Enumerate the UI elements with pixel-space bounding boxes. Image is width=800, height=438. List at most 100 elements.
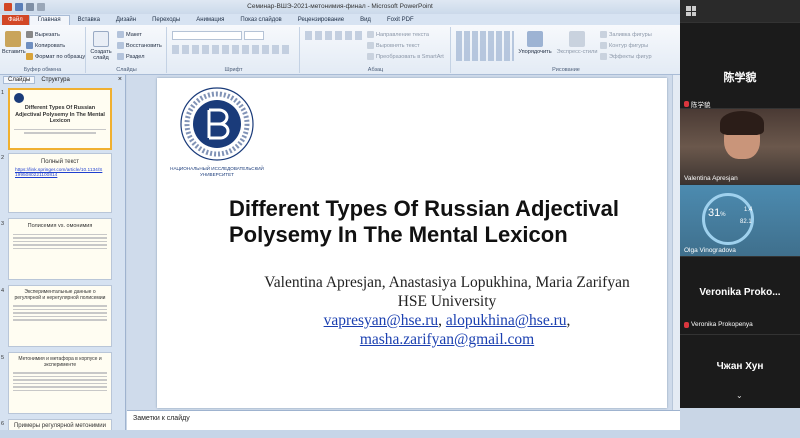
mic-muted-icon <box>684 101 689 107</box>
ribbon: Вставить Вырезать Копировать Формат по о… <box>0 25 680 75</box>
participant-label: Valentina Apresjan <box>684 175 738 182</box>
slide-number: 1 <box>1 90 5 96</box>
participant-name: Чжан Хун <box>716 361 764 372</box>
participant-tile[interactable]: 陈学貌 陈学貌 <box>680 22 800 109</box>
gallery-view-icon[interactable] <box>686 6 696 16</box>
participant-tile[interactable]: Valentina Apresjan <box>680 108 800 185</box>
quick-styles-icon <box>569 31 585 47</box>
fill-icon <box>600 31 607 38</box>
hse-logo-icon <box>180 87 254 161</box>
tab-design[interactable]: Дизайн <box>108 16 144 25</box>
email-link[interactable]: alopukhina@hse.ru <box>446 312 567 329</box>
logo-icon <box>14 93 24 103</box>
section-icon <box>117 53 124 60</box>
email-link[interactable]: vapresyan@hse.ru <box>324 312 439 329</box>
stat-value: 1.4 <box>744 207 753 213</box>
email-link[interactable]: masha.zarifyan@gmail.com <box>360 331 534 348</box>
smartart-icon <box>367 53 374 60</box>
tab-insert[interactable]: Вставка <box>70 16 108 25</box>
tab-view[interactable]: Вид <box>352 16 379 25</box>
format-painter-button[interactable]: Формат по образцу <box>26 53 85 60</box>
slide-number: 6 <box>1 421 5 427</box>
tab-home[interactable]: Главная <box>28 15 70 25</box>
mic-muted-icon <box>684 321 689 328</box>
quick-styles-button[interactable]: Экспресс-стили <box>556 31 598 55</box>
group-drawing: Упорядочить Экспресс-стили Заливка фигур… <box>452 27 680 73</box>
copy-button[interactable]: Копировать <box>26 42 65 49</box>
participant-label: Olga Vinogradova <box>684 247 736 254</box>
shapes-gallery[interactable] <box>456 31 514 61</box>
thumb-link: https://link.springer.com/article/10.113… <box>15 168 103 179</box>
vertical-scrollbar[interactable] <box>672 75 680 410</box>
layout-button[interactable]: Макет <box>117 31 142 38</box>
chevron-down-icon[interactable]: ⌄ <box>736 391 743 400</box>
status-bar <box>0 430 800 438</box>
emails-line: vapresyan@hse.ru, alopukhina@hse.ru, <box>323 311 571 329</box>
tab-review[interactable]: Рецензирование <box>290 16 352 25</box>
slides-panel: Слайды Структура × 1 Different Types Of … <box>0 75 126 438</box>
participant-tile[interactable]: 31% 1.4 82.1 Olga Vinogradova <box>680 184 800 257</box>
paste-icon <box>5 31 21 47</box>
font-format-buttons[interactable] <box>172 45 292 54</box>
shape-fill-button[interactable]: Заливка фигуры <box>600 31 652 38</box>
authors-line: Valentina Apresjan, Anastasiya Lopukhina… <box>264 274 630 291</box>
tab-foxit[interactable]: Foxit PDF <box>379 16 422 25</box>
tab-animations[interactable]: Анимация <box>188 16 232 25</box>
shape-effects-button[interactable]: Эффекты фигур <box>600 53 652 60</box>
paragraph-buttons[interactable] <box>305 31 365 40</box>
slide-thumbnail[interactable]: Метонимия и метафора в корпусе и экспери… <box>8 352 112 414</box>
close-icon[interactable]: × <box>118 76 122 83</box>
brush-icon <box>26 53 33 60</box>
thumb-title: Метонимия и метафора в корпусе и экспери… <box>18 356 102 368</box>
title-line-1: Different Types Of Russian Adjectival <box>229 196 619 221</box>
title-bar: Семинар-ВШЭ-2021-метонимия-финал - Micro… <box>0 0 680 14</box>
participant-name: Veronika Proko... <box>699 287 781 298</box>
video-panel: 陈学貌 陈学貌 Valentina Apresjan 31% 1.4 82.1 … <box>680 0 800 408</box>
tab-transitions[interactable]: Переходы <box>144 16 188 25</box>
notes-pane[interactable]: Заметки к слайду <box>127 410 680 430</box>
group-slides: Создать слайд Макет Восстановить Раздел … <box>87 27 167 73</box>
cut-button[interactable]: Вырезать <box>26 31 60 38</box>
new-slide-button[interactable]: Создать слайд <box>89 31 113 61</box>
clipboard-label: Буфер обмена <box>23 67 62 73</box>
font-family-select[interactable] <box>172 31 242 40</box>
thumb-title: Полисемия vs. омонимия <box>27 223 93 229</box>
slide-canvas[interactable]: НАЦИОНАЛЬНЫЙ ИССЛЕДОВАТЕЛЬСКИЙ УНИВЕРСИТ… <box>157 78 667 408</box>
font-size-select[interactable] <box>244 31 264 40</box>
section-button[interactable]: Раздел <box>117 53 145 60</box>
slide-thumbnail[interactable]: Экспериментальные данные о регулярной и … <box>8 285 112 347</box>
arrange-button[interactable]: Упорядочить <box>518 31 552 55</box>
stat-value: 82.1 <box>740 219 752 225</box>
arrange-icon <box>527 31 543 47</box>
tab-outline[interactable]: Структура <box>37 77 73 83</box>
participant-tile[interactable]: Чжан Хун ⌄ <box>680 334 800 408</box>
affiliation-line: HSE University <box>397 292 497 310</box>
reset-button[interactable]: Восстановить <box>117 42 162 49</box>
tab-slides[interactable]: Слайды <box>3 76 36 84</box>
text-direction-button[interactable]: Направление текста <box>367 31 429 38</box>
title-line-2: Polysemy In The Mental Lexicon <box>229 222 568 248</box>
slide-title: Different Types Of Russian Adjectival Po… <box>229 196 659 249</box>
drawing-label: Рисование <box>552 67 580 73</box>
slide-editor: НАЦИОНАЛЬНЫЙ ИССЛЕДОВАТЕЛЬСКИЙ УНИВЕРСИТ… <box>127 75 680 410</box>
participant-tile[interactable]: Veronika Proko... Veronika Prokopenya <box>680 256 800 334</box>
align-text-button[interactable]: Выровнять текст <box>367 42 420 49</box>
thumb-title: Экспериментальные данные о регулярной и … <box>14 289 106 301</box>
participant-name: 陈学貌 <box>723 72 757 84</box>
slide-thumbnail[interactable]: Полисемия vs. омонимия <box>8 218 112 280</box>
speed-value: 31% <box>708 207 726 219</box>
tab-slideshow[interactable]: Показ слайдов <box>232 16 289 25</box>
align-text-icon <box>367 42 374 49</box>
ribbon-tabs: Файл Главная Вставка Дизайн Переходы Ани… <box>0 14 680 25</box>
slide-thumbnail[interactable]: Different Types Of Russian Adjectival Po… <box>8 88 112 150</box>
paste-button[interactable]: Вставить <box>2 31 26 55</box>
outline-icon <box>600 42 607 49</box>
scissors-icon <box>26 31 33 38</box>
shape-outline-button[interactable]: Контур фигуры <box>600 42 648 49</box>
font-label: Шрифт <box>224 67 243 73</box>
slide-number: 2 <box>1 155 5 161</box>
effects-icon <box>600 53 607 60</box>
smartart-button[interactable]: Преобразовать в SmartArt <box>367 53 444 60</box>
tab-file[interactable]: Файл <box>2 15 29 25</box>
slide-thumbnail[interactable]: Полный текст https://link.springer.com/a… <box>8 153 112 213</box>
